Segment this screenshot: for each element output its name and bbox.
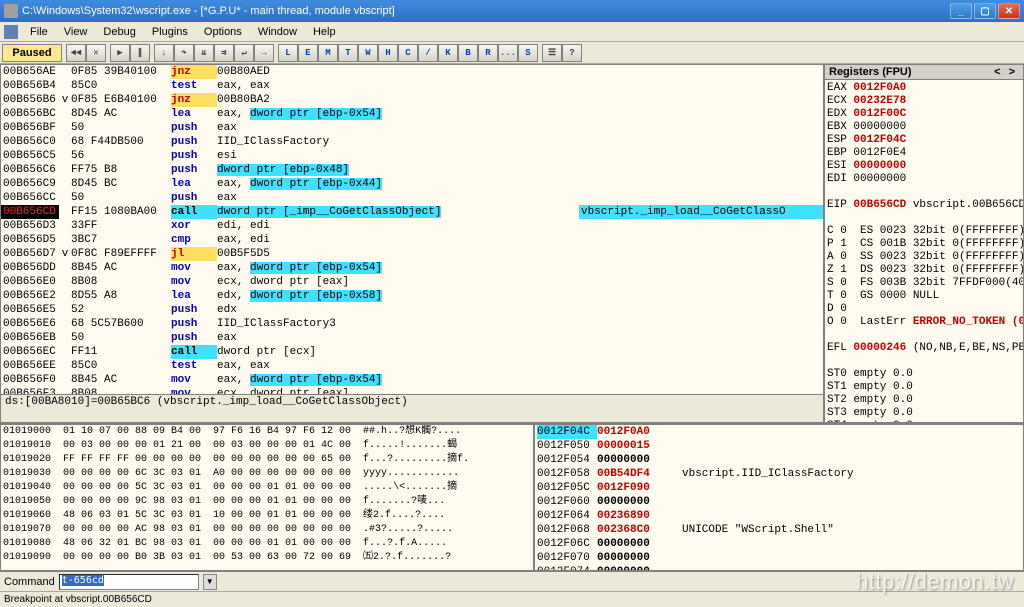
execute-till-return-button[interactable]: ↵ [234,44,254,62]
registers-pane: Registers (FPU) < > EAX 0012F0A0ECX 0023… [824,64,1024,423]
minimize-button[interactable]: _ [950,3,972,19]
disasm-row[interactable]: 00B656BC8D45 ACleaeax, dword ptr [ebp-0x… [1,107,823,121]
hex-dump-pane[interactable]: 01019000 01 10 07 00 88 09 B4 00 97 F6 1… [0,424,534,571]
disasm-row[interactable]: 00B656E28D55 A8leaedx, dword ptr [ebp-0x… [1,289,823,303]
view-c-button[interactable]: C [398,44,418,62]
watermark: http://demon.tw [856,569,1014,595]
settings-button[interactable]: ☰ [542,44,562,62]
disasm-row[interactable]: 00B656C068 F44DB500pushIID_IClassFactory [1,135,823,149]
paused-indicator: Paused [2,44,62,62]
run-button[interactable]: ▶ [110,44,130,62]
view-s-button[interactable]: S [518,44,538,62]
view-l-button[interactable]: L [278,44,298,62]
view-r-button[interactable]: R [478,44,498,62]
menu-debug[interactable]: Debug [95,24,143,40]
disasm-row[interactable]: 00B656DD8B45 ACmoveax, dword ptr [ebp-0x… [1,261,823,275]
disasm-row[interactable]: 00B656BF50pusheax [1,121,823,135]
goto-button[interactable]: → [254,44,274,62]
registers-title: Registers (FPU) [829,66,912,78]
disasm-row[interactable]: 00B656EB50pusheax [1,331,823,345]
status-text: Breakpoint at vbscript.00B656CD [4,594,152,605]
doc-icon [4,25,18,39]
disasm-row[interactable]: 00B656F08B45 ACmoveax, dword ptr [ebp-0x… [1,373,823,387]
window-title: C:\Windows\System32\wscript.exe - [*G.P.… [22,5,950,17]
disasm-row[interactable]: 00B656D7v0F8C F89EFFFFjl00B5F5D5 [1,247,823,261]
view-m-button[interactable]: M [318,44,338,62]
trace-over-button[interactable]: ⇉ [214,44,234,62]
view-t-button[interactable]: T [338,44,358,62]
pause-button[interactable]: ∥ [130,44,150,62]
step-into-button[interactable]: ↓ [154,44,174,62]
view-k-button[interactable]: K [438,44,458,62]
disasm-row[interactable]: 00B656F38B08movecx, dword ptr [eax] [1,387,823,394]
reg-prev-button[interactable]: < [990,66,1004,78]
view-h-button[interactable]: H [378,44,398,62]
menu-file[interactable]: File [22,24,56,40]
disasm-row[interactable]: 00B656C6FF75 B8pushdword ptr [ebp-0x48] [1,163,823,177]
disasm-row[interactable]: 00B656CDFF15 1080BA00calldword ptr [_imp… [1,205,823,219]
disasm-row[interactable]: 00B656ECFF11calldword ptr [ecx] [1,345,823,359]
info-line: ds:[00BA8010]=00B65BC6 (vbscript._imp_lo… [1,394,823,422]
command-dropdown[interactable]: ▼ [203,574,217,590]
trace-into-button[interactable]: ⇊ [194,44,214,62]
disasm-row[interactable]: 00B656D333FFxoredi, edi [1,219,823,233]
close-button-tb[interactable]: ✕ [86,44,106,62]
reg-next-button[interactable]: > [1005,66,1019,78]
view-...-button[interactable]: ... [498,44,518,62]
disasm-row[interactable]: 00B656AE0F85 39B40100jnz00B80AED [1,65,823,79]
step-over-button[interactable]: ↷ [174,44,194,62]
menu-view[interactable]: View [56,24,96,40]
maximize-button[interactable]: ▢ [974,3,996,19]
view-e-button[interactable]: E [298,44,318,62]
restart-button[interactable]: ◄◄ [66,44,86,62]
stack-pane[interactable]: 0012F04C0012F0A00012F050000000150012F054… [534,424,1024,571]
disasm-row[interactable]: 00B656E552pushedx [1,303,823,317]
view-w-button[interactable]: W [358,44,378,62]
disasm-row[interactable]: 00B656C98D45 BCleaeax, dword ptr [ebp-0x… [1,177,823,191]
disasm-row[interactable]: 00B656CC50pusheax [1,191,823,205]
menu-bar: FileViewDebugPluginsOptionsWindowHelp [0,22,1024,42]
disasm-row[interactable]: 00B656B485C0testeax, eax [1,79,823,93]
disasm-row[interactable]: 00B656D53BC7cmpeax, edi [1,233,823,247]
command-label: Command [4,576,55,588]
disasm-row[interactable]: 00B656B6v0F85 E6B40100jnz00B80BA2 [1,93,823,107]
menu-plugins[interactable]: Plugins [144,24,196,40]
help-button[interactable]: ? [562,44,582,62]
app-icon [4,4,18,18]
view-/-button[interactable]: / [418,44,438,62]
view-b-button[interactable]: B [458,44,478,62]
close-button[interactable]: ✕ [998,3,1020,19]
menu-window[interactable]: Window [250,24,305,40]
disasm-row[interactable]: 00B656C556pushesi [1,149,823,163]
disasm-row[interactable]: 00B656E668 5C57B600pushIID_IClassFactory… [1,317,823,331]
menu-help[interactable]: Help [305,24,344,40]
toolbar: Paused ◄◄ ✕ ▶ ∥ ↓ ↷ ⇊ ⇉ ↵ → LEMTWHC/KBR.… [0,42,1024,64]
command-input[interactable]: t-656cd [59,574,199,590]
disasm-row[interactable]: 00B656E08B08movecx, dword ptr [eax] [1,275,823,289]
menu-options[interactable]: Options [196,24,250,40]
disassembly-pane: 00B656AE0F85 39B40100jnz00B80AED00B656B4… [0,64,824,423]
disasm-row[interactable]: 00B656EE85C0testeax, eax [1,359,823,373]
